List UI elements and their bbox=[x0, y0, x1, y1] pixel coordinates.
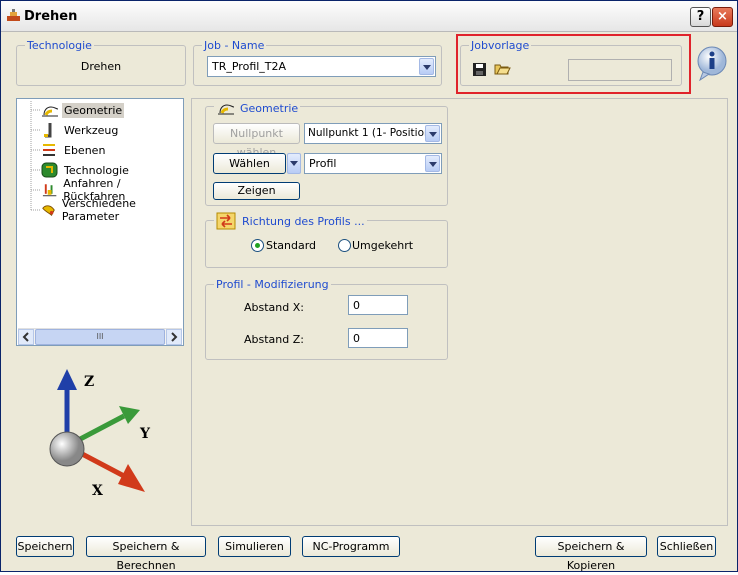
job-name-group: Job - Name TR_Profil_T2A bbox=[193, 39, 442, 86]
profil-combo[interactable]: Profil bbox=[304, 153, 442, 174]
profil-modifizierung-legend: Profil - Modifizierung bbox=[214, 278, 331, 291]
job-name-combo[interactable]: TR_Profil_T2A bbox=[207, 56, 436, 77]
title-bar[interactable]: Drehen ? × bbox=[1, 1, 737, 32]
nc-programm-button[interactable]: NC-Programm bbox=[302, 536, 400, 557]
dialog-body: Technologie Drehen Job - Name TR_Profil_… bbox=[6, 34, 733, 572]
scroll-left-button[interactable] bbox=[18, 329, 34, 345]
abstand-x-label: Abstand X: bbox=[244, 301, 304, 314]
jobvorlage-highlight-box bbox=[456, 34, 691, 94]
misc-params-icon bbox=[42, 205, 55, 217]
umgekehrt-radio-label: Umgekehrt bbox=[352, 239, 414, 252]
tree-item-ebenen[interactable]: Ebenen bbox=[41, 141, 107, 159]
tree-item-werkzeug[interactable]: Werkzeug bbox=[41, 121, 120, 139]
schliessen-button[interactable]: Schließen bbox=[657, 536, 716, 557]
geometrie-legend-text: Geometrie bbox=[240, 101, 299, 115]
geometry-icon bbox=[218, 104, 235, 115]
standard-radio[interactable] bbox=[251, 239, 264, 252]
main-window: Drehen ? × Technologie Drehen Job - Name… bbox=[0, 0, 738, 572]
approach-retract-icon bbox=[42, 184, 57, 197]
planes-icon bbox=[43, 144, 55, 156]
x-axis-label: X bbox=[92, 483, 103, 499]
technologie-group: Technologie Drehen bbox=[16, 39, 186, 86]
nullpunkt-waehlen-button[interactable]: Nullpunkt wählen bbox=[213, 123, 300, 159]
chevron-right-icon bbox=[171, 332, 178, 342]
chevron-down-icon[interactable] bbox=[425, 125, 440, 142]
speichern-button[interactable]: Speichern bbox=[16, 536, 74, 557]
nullpunkt-value: Nullpunkt 1 (1- Position) bbox=[308, 127, 435, 139]
tree-item-verschiedene[interactable]: Verschiedene Parameter bbox=[41, 197, 183, 223]
axis-gizmo: Z Y X bbox=[49, 369, 151, 499]
geometrie-legend: Geometrie bbox=[214, 100, 301, 116]
content-panel: Geometrie Nullpunkt wählen Nullpunkt 1 (… bbox=[191, 98, 728, 526]
tree-horizontal-scrollbar[interactable]: III bbox=[18, 328, 182, 345]
waehlen-button[interactable]: Wählen bbox=[213, 153, 286, 174]
chevron-down-icon[interactable] bbox=[419, 58, 434, 75]
tool-icon bbox=[44, 123, 52, 138]
abstand-x-input[interactable]: 0 bbox=[348, 295, 408, 315]
tree-lines bbox=[30, 101, 41, 211]
window-title: Drehen bbox=[24, 9, 78, 24]
abstand-z-input[interactable]: 0 bbox=[348, 328, 408, 348]
zeigen-button[interactable]: Zeigen bbox=[213, 182, 300, 200]
info-icon[interactable] bbox=[695, 45, 729, 81]
richtung-legend-text: Richtung des Profils ... bbox=[242, 214, 365, 228]
scroll-thumb[interactable]: III bbox=[35, 329, 165, 345]
direction-icon bbox=[216, 212, 236, 230]
simulieren-button[interactable]: Simulieren bbox=[218, 536, 291, 557]
tree-item-geometrie[interactable]: Geometrie bbox=[41, 101, 125, 119]
close-button[interactable]: × bbox=[712, 7, 733, 27]
profil-value: Profil bbox=[309, 157, 337, 170]
geometry-icon bbox=[42, 106, 59, 117]
geometrie-group: Geometrie Nullpunkt wählen Nullpunkt 1 (… bbox=[205, 100, 448, 206]
chevron-down-icon bbox=[290, 161, 298, 166]
tree-item-label: Ebenen bbox=[64, 143, 106, 157]
z-axis-label: Z bbox=[84, 374, 94, 390]
nullpunkt-combo[interactable]: Nullpunkt 1 (1- Position) bbox=[304, 123, 442, 144]
speichern-kopieren-button[interactable]: Speichern & Kopieren bbox=[535, 536, 647, 572]
app-icon bbox=[7, 9, 20, 21]
job-name-value: TR_Profil_T2A bbox=[212, 60, 287, 73]
technologie-legend: Technologie bbox=[25, 39, 94, 52]
waehlen-dropdown-button[interactable] bbox=[287, 153, 301, 174]
scroll-right-button[interactable] bbox=[166, 329, 182, 345]
chevron-left-icon bbox=[22, 332, 29, 342]
parameter-tree[interactable]: Geometrie Werkzeug Ebenen Technologie An… bbox=[16, 98, 184, 346]
y-axis-label: Y bbox=[139, 426, 151, 442]
standard-radio-label: Standard bbox=[266, 239, 317, 252]
tree-item-label: Werkzeug bbox=[64, 123, 119, 137]
technology-icon bbox=[41, 162, 58, 178]
umgekehrt-radio[interactable] bbox=[338, 239, 351, 252]
abstand-z-label: Abstand Z: bbox=[244, 333, 304, 346]
profil-modifizierung-group: Profil - Modifizierung Abstand X: 0 Abst… bbox=[205, 278, 448, 360]
technologie-value: Drehen bbox=[80, 60, 122, 73]
job-name-legend: Job - Name bbox=[202, 39, 267, 52]
richtung-legend: Richtung des Profils ... bbox=[214, 212, 367, 230]
tree-item-label: Verschiedene Parameter bbox=[61, 197, 136, 223]
chevron-down-icon[interactable] bbox=[425, 155, 440, 172]
richtung-group: Richtung des Profils ... Standard Umgeke… bbox=[205, 212, 448, 268]
tree-item-label: Geometrie bbox=[62, 102, 125, 118]
help-button[interactable]: ? bbox=[690, 7, 711, 27]
speichern-berechnen-button[interactable]: Speichern & Berechnen bbox=[86, 536, 206, 572]
